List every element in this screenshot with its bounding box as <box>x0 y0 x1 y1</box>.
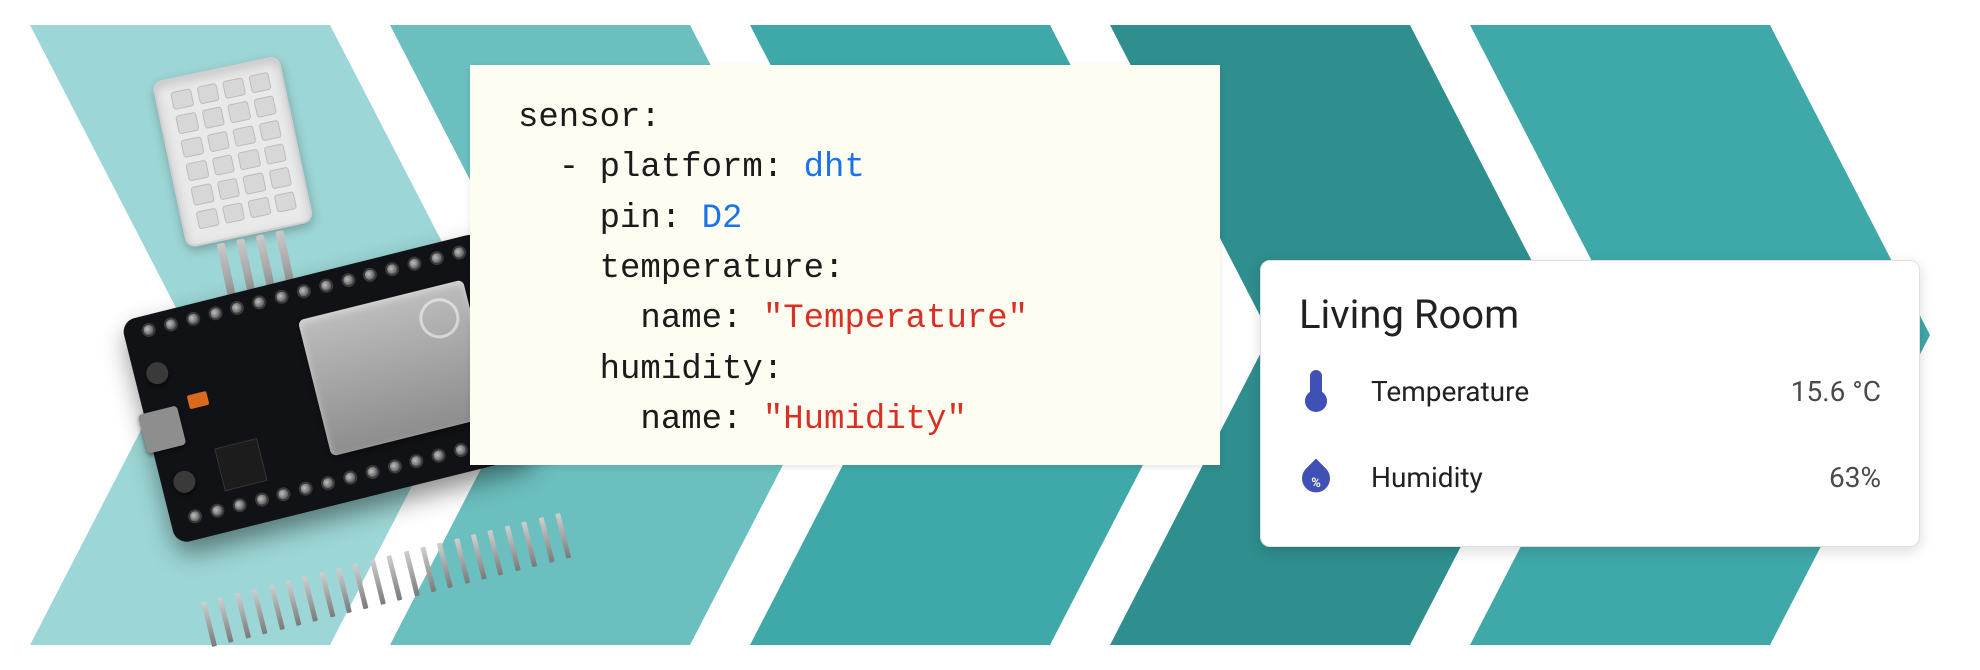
ha-sensor-card: Living Room Temperature 15.6 °C % Humidi… <box>1260 260 1920 547</box>
code-line-5-val: "Temperature" <box>763 300 1028 338</box>
diagram-stage: sensor: - platform: dht pin: D2 temperat… <box>0 0 1980 670</box>
code-line-4: temperature: <box>518 250 844 288</box>
code-line-6: humidity: <box>518 351 783 389</box>
yaml-config-code: sensor: - platform: dht pin: D2 temperat… <box>470 65 1220 465</box>
ha-value-temperature: 15.6 °C <box>1791 375 1881 408</box>
ha-label-humidity: Humidity <box>1371 461 1829 494</box>
code-line-1: sensor: <box>518 99 661 137</box>
thermometer-icon <box>1299 370 1333 412</box>
code-line-2-key: - platform: <box>518 149 804 187</box>
code-line-7-key: name: <box>518 401 763 439</box>
code-line-7-val: "Humidity" <box>763 401 967 439</box>
ha-card-title: Living Room <box>1299 291 1881 338</box>
ha-row-temperature: Temperature 15.6 °C <box>1299 348 1881 434</box>
code-line-3-key: pin: <box>518 200 702 238</box>
ha-row-humidity: % Humidity 63% <box>1299 434 1881 520</box>
code-line-5-key: name: <box>518 300 763 338</box>
code-line-2-val: dht <box>804 149 865 187</box>
ha-value-humidity: 63% <box>1829 461 1881 494</box>
ha-label-temperature: Temperature <box>1371 375 1791 408</box>
water-percent-icon: % <box>1299 456 1333 498</box>
code-line-3-val: D2 <box>702 200 743 238</box>
